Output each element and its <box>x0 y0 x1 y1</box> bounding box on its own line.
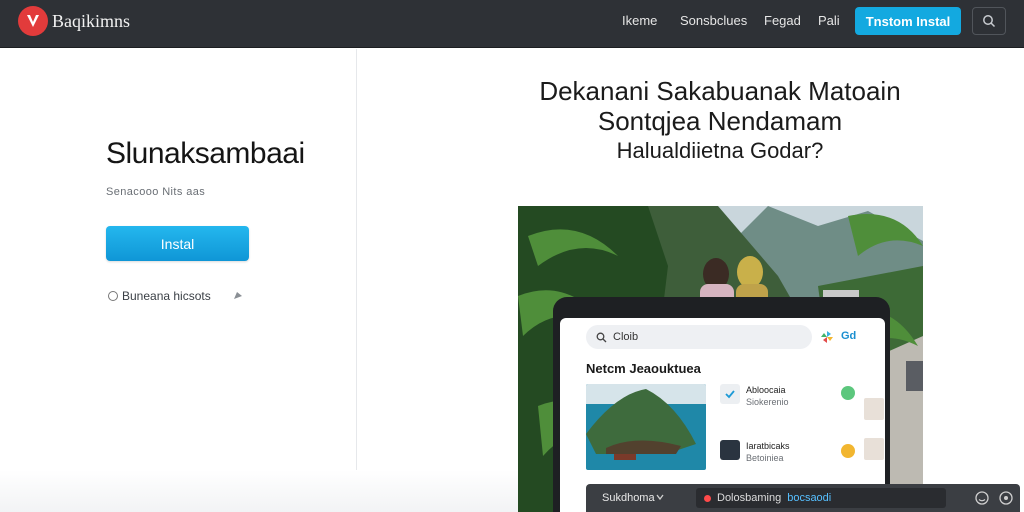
app-search-text: Cloib <box>613 331 639 343</box>
emoji-icon[interactable] <box>974 490 990 506</box>
footer-fade <box>0 470 590 512</box>
hero-line-2: Sontqjea Nendamam <box>597 106 843 136</box>
bottom-field-text-a: Dolosbaming <box>717 492 782 504</box>
app-list-item-1[interactable]: Abloocaia Siokerenio <box>720 384 789 408</box>
status-dot-green <box>841 386 855 400</box>
brand-logo-icon[interactable] <box>18 6 48 36</box>
app-bottom-bar: Sukdhoma Dolosbaming bocsaodi <box>586 484 1020 512</box>
app-list-item-2[interactable]: Iaratbicaks Betoiniea <box>720 440 790 464</box>
side-thumbnail-1 <box>864 398 884 420</box>
app-item-2-sub: Betoiniea <box>746 453 784 463</box>
side-thumbnail-2 <box>864 438 884 460</box>
install-button[interactable]: Instal <box>106 226 249 261</box>
top-navigation-bar: Baqikimns Ikeme Sonsbclues Fegad Pali Tn… <box>0 0 1024 48</box>
nav-link-4[interactable]: Pali <box>818 13 840 28</box>
app-badge[interactable]: Gd <box>841 330 856 342</box>
bottom-bar-label[interactable]: Sukdhoma <box>602 492 655 504</box>
secondary-link-label: Buneana hicsots <box>122 289 211 303</box>
left-panel: Slunaksambaai Senacooo Nits aas Instal B… <box>0 49 357 512</box>
search-icon <box>983 15 996 28</box>
app-search-input[interactable]: Cloib <box>586 325 812 349</box>
brand-name[interactable]: Baqikimns <box>52 11 130 32</box>
app-item-1-title: Abloocaia <box>746 385 786 395</box>
chevron-down-icon[interactable] <box>656 493 664 501</box>
status-dot-yellow <box>841 444 855 458</box>
app-item-1-sub: Siokerenio <box>746 397 789 407</box>
hero-line-3: Halualdiietna Godar? <box>616 138 824 163</box>
avatar <box>720 440 740 460</box>
app-section-heading: Netcm Jeaouktuea <box>586 361 701 376</box>
nav-link-1[interactable]: Ikeme <box>622 13 657 28</box>
app-screen: Cloib Gd Netcm Jeaouktuea Abloocaia Siok… <box>560 318 885 512</box>
nav-link-2[interactable]: Sonsbclues <box>680 13 747 28</box>
header-search-button[interactable] <box>972 7 1006 35</box>
page-title: Slunaksambaai <box>106 137 305 170</box>
info-icon <box>108 291 118 301</box>
search-icon <box>596 332 607 342</box>
page-subtitle: Senacooo Nits aas <box>106 186 206 198</box>
bottom-bar-field[interactable]: Dolosbaming bocsaodi <box>696 488 946 508</box>
bottom-field-text-b: bocsaodi <box>787 492 832 504</box>
arrow-icon[interactable] <box>233 291 243 301</box>
app-item-2-title: Iaratbicaks <box>746 441 790 451</box>
nav-link-3[interactable]: Fegad <box>764 13 801 28</box>
settings-icon[interactable] <box>998 490 1014 506</box>
check-icon <box>720 384 740 404</box>
secondary-link[interactable]: Buneana hicsots <box>108 289 211 303</box>
hero-heading: Dekanani Sakabuanak Matoain Sontqjea Nen… <box>470 76 970 166</box>
app-featured-image[interactable] <box>586 384 706 470</box>
pinwheel-icon[interactable] <box>820 330 834 344</box>
hero-line-1: Dekanani Sakabuanak Matoain <box>539 76 901 106</box>
record-icon <box>704 494 711 502</box>
header-install-button[interactable]: Tnstom Instal <box>855 7 961 35</box>
